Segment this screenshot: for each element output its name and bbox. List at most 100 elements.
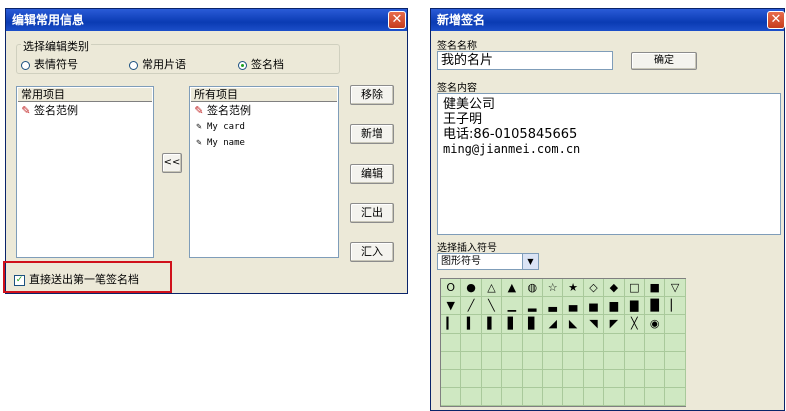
symbol-cell[interactable]: ╳ <box>624 315 645 334</box>
symbol-cell[interactable] <box>441 388 462 407</box>
symbol-cell[interactable]: ▁ <box>502 297 523 316</box>
symbol-cell[interactable] <box>543 388 564 407</box>
symbol-cell[interactable] <box>502 333 523 352</box>
symbol-cell[interactable]: ▃ <box>543 297 564 316</box>
symbol-cell[interactable] <box>563 388 584 407</box>
list-item[interactable]: ✎ My card <box>190 119 338 135</box>
symbol-cell[interactable] <box>461 333 482 352</box>
symbol-cell[interactable] <box>624 351 645 370</box>
send-first-signature-checkbox[interactable]: ✓ 直接送出第一笔签名档 <box>14 271 139 287</box>
common-items-list[interactable]: 常用项目 ✎ 签名范例 <box>16 86 154 258</box>
symbol-cell[interactable]: △ <box>481 279 503 298</box>
symbol-cell[interactable]: ◇ <box>583 279 605 298</box>
symbol-cell[interactable] <box>461 351 482 370</box>
symbol-cell[interactable]: ★ <box>563 279 584 298</box>
add-button[interactable]: 新增 <box>350 124 394 144</box>
symbol-cell[interactable] <box>583 351 605 370</box>
symbol-cell[interactable] <box>543 351 564 370</box>
symbol-cell[interactable] <box>481 333 503 352</box>
symbol-cell[interactable] <box>604 388 625 407</box>
symbol-cell[interactable] <box>583 370 605 389</box>
edit-button[interactable]: 编辑 <box>350 164 394 184</box>
symbol-cell[interactable] <box>502 370 523 389</box>
export-button[interactable]: 汇出 <box>350 203 394 223</box>
symbol-cell[interactable]: ▼ <box>441 297 462 316</box>
symbol-cell[interactable] <box>563 370 584 389</box>
symbol-cell[interactable]: ▊ <box>522 315 543 334</box>
symbol-cell[interactable]: ▽ <box>665 279 686 298</box>
symbol-cell[interactable]: ■ <box>645 279 666 298</box>
close-icon[interactable]: ✕ <box>767 11 785 29</box>
symbol-cell[interactable] <box>502 388 523 407</box>
symbol-cell[interactable] <box>624 388 645 407</box>
symbol-cell[interactable] <box>563 351 584 370</box>
symbol-cell[interactable]: ◢ <box>543 315 564 334</box>
symbol-cell[interactable]: ◆ <box>604 279 625 298</box>
all-items-list[interactable]: 所有项目 ✎ 签名范例 ✎ My card ✎ My name <box>189 86 339 258</box>
symbol-cell[interactable]: ▏ <box>665 297 686 316</box>
close-icon[interactable]: ✕ <box>388 11 406 29</box>
symbol-cell[interactable] <box>604 333 625 352</box>
symbol-cell[interactable] <box>481 351 503 370</box>
symbol-cell[interactable]: ▇ <box>624 297 645 316</box>
symbol-cell[interactable] <box>645 333 666 352</box>
symbol-cell[interactable] <box>665 388 686 407</box>
symbol-cell[interactable]: ◤ <box>604 315 625 334</box>
symbol-cell[interactable] <box>481 388 503 407</box>
symbol-cell[interactable] <box>441 333 462 352</box>
radio-phrases[interactable]: 常用片语 <box>129 56 186 72</box>
symbol-cell[interactable]: ◉ <box>645 315 666 334</box>
symbol-cell[interactable] <box>665 333 686 352</box>
symbol-cell[interactable] <box>665 315 686 334</box>
symbol-cell[interactable]: ▎ <box>441 315 462 334</box>
symbol-cell[interactable]: ╲ <box>481 297 503 316</box>
symbol-cell[interactable] <box>563 333 584 352</box>
symbol-cell[interactable] <box>441 370 462 389</box>
remove-button[interactable]: 移除 <box>350 85 394 105</box>
radio-emoticon[interactable]: 表情符号 <box>21 56 78 72</box>
symbol-cell[interactable] <box>502 351 523 370</box>
symbol-cell[interactable] <box>665 370 686 389</box>
symbol-cell[interactable] <box>604 370 625 389</box>
symbol-cell[interactable] <box>645 388 666 407</box>
list-item[interactable]: ✎ 签名范例 <box>17 103 153 119</box>
symbol-cell[interactable] <box>461 388 482 407</box>
symbol-cell[interactable] <box>481 370 503 389</box>
symbol-cell[interactable]: ▌ <box>481 315 503 334</box>
symbol-cell[interactable] <box>543 370 564 389</box>
symbol-cell[interactable] <box>583 333 605 352</box>
symbol-cell[interactable]: ▆ <box>604 297 625 316</box>
symbol-cell[interactable]: ▂ <box>522 297 543 316</box>
symbol-cell[interactable] <box>522 333 543 352</box>
symbol-cell[interactable]: ▅ <box>583 297 605 316</box>
symbol-cell[interactable]: O <box>441 279 462 298</box>
import-button[interactable]: 汇入 <box>350 242 394 262</box>
symbol-cell[interactable] <box>645 351 666 370</box>
symbol-cell[interactable]: █ <box>645 297 666 316</box>
radio-signature[interactable]: 签名档 <box>238 56 284 72</box>
symbol-cell[interactable] <box>461 370 482 389</box>
symbol-cell[interactable] <box>624 370 645 389</box>
symbol-cell[interactable]: ▋ <box>502 315 523 334</box>
symbol-cell[interactable] <box>441 351 462 370</box>
symbol-cell[interactable] <box>604 351 625 370</box>
symbol-cell[interactable] <box>522 388 543 407</box>
symbol-cell[interactable]: ● <box>461 279 482 298</box>
symbol-cell[interactable] <box>522 351 543 370</box>
symbol-cell[interactable]: ◍ <box>522 279 543 298</box>
signature-content-textarea[interactable]: 健美公司 王子明 电话:86-0105845665 ming@jianmei.c… <box>437 93 781 235</box>
symbol-cell[interactable]: ▍ <box>461 315 482 334</box>
confirm-button[interactable]: 确定 <box>631 52 697 70</box>
symbol-category-select[interactable]: 图形符号 ▼ <box>437 253 539 270</box>
symbol-cell[interactable]: ◥ <box>583 315 605 334</box>
list-item[interactable]: ✎ 签名范例 <box>190 103 338 119</box>
symbol-cell[interactable]: ╱ <box>461 297 482 316</box>
move-left-button[interactable]: << <box>162 153 182 173</box>
chevron-down-icon[interactable]: ▼ <box>522 254 538 269</box>
symbol-cell[interactable] <box>583 388 605 407</box>
list-item[interactable]: ✎ My name <box>190 135 338 151</box>
symbol-cell[interactable]: □ <box>624 279 645 298</box>
symbol-cell[interactable] <box>624 333 645 352</box>
symbol-cell[interactable] <box>543 333 564 352</box>
symbol-cell[interactable] <box>665 351 686 370</box>
